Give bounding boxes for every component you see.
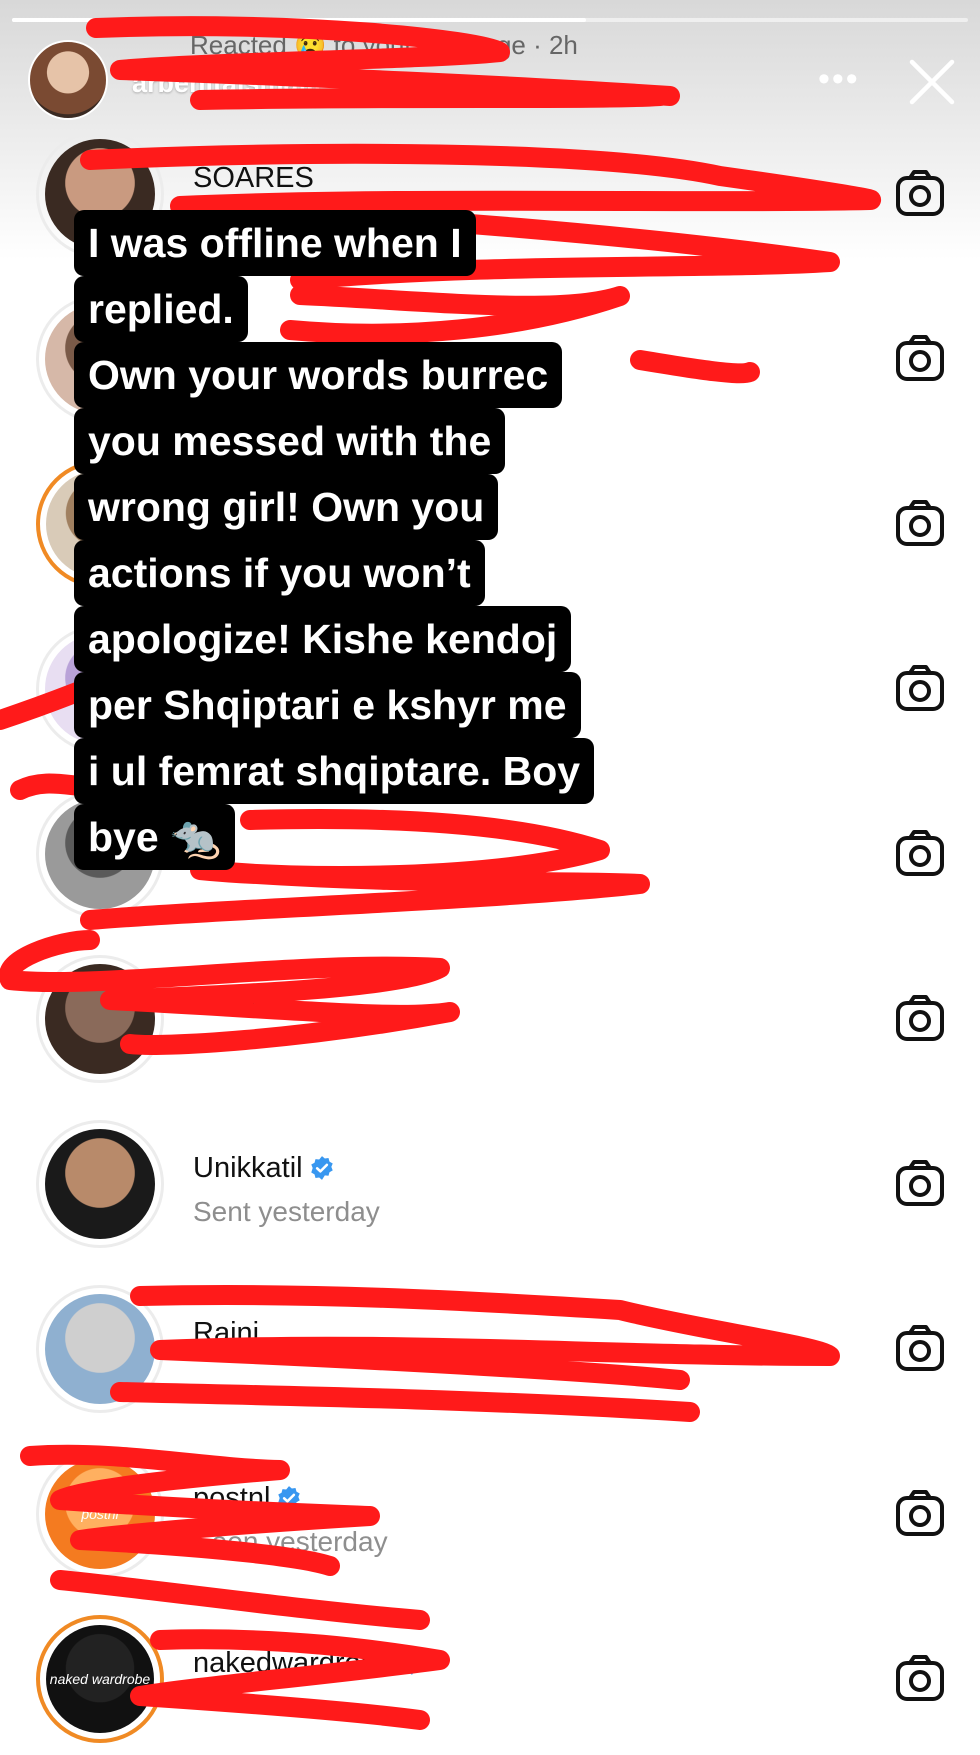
avatar-image: postnl (45, 1459, 155, 1569)
conversation-name: Unikkatil (193, 1152, 335, 1185)
caption-line: you messed with the (74, 408, 506, 474)
avatar[interactable]: naked wardrobe (36, 1615, 164, 1743)
caption-line: per Shqiptari e kshyr me (74, 672, 581, 738)
conversation-name-text: Unikkatil (193, 1152, 303, 1184)
conversation-name: postnl (193, 1482, 302, 1515)
camera-icon[interactable] (894, 333, 946, 385)
conversation-row[interactable]: naked wardrobe nakedwardrobe (0, 1605, 980, 1755)
camera-icon[interactable] (894, 1323, 946, 1375)
caption-line-wrap: i ul femrat shqiptare. Boy (74, 738, 714, 804)
avatar-image: naked wardrobe (46, 1625, 154, 1733)
conversation-status: Seen yesterday (193, 1526, 388, 1557)
story-progress-fill (12, 18, 586, 22)
conversation-row[interactable]: BRO (0, 945, 980, 1095)
caption-line: I was offline when I (74, 210, 476, 276)
caption-line-wrap: I was offline when I (74, 210, 714, 276)
caption-line-wrap: bye 🐀 (74, 804, 714, 870)
camera-icon[interactable] (894, 1488, 946, 1540)
caption-line-wrap: actions if you won’t (74, 540, 714, 606)
verified-badge-icon (346, 72, 368, 94)
camera-icon[interactable] (894, 993, 946, 1045)
caption-line: actions if you won’t (74, 540, 485, 606)
avatar-image (45, 1294, 155, 1404)
camera-icon[interactable] (894, 1653, 946, 1705)
story-avatar[interactable] (28, 40, 108, 120)
avatar-image (45, 964, 155, 1074)
conversation-name-text: Raini (193, 1317, 260, 1349)
conversation-name: nakedwardrobe (193, 1647, 425, 1680)
caption-line-wrap: replied. (74, 276, 714, 342)
caption-line: apologize! Kishe kendoj (74, 606, 572, 672)
conversation-name-text: SOARES (193, 162, 314, 194)
avatar[interactable] (36, 955, 164, 1083)
verified-badge-icon (276, 1485, 302, 1511)
conversation-row[interactable]: Raini (0, 1275, 980, 1425)
camera-icon[interactable] (894, 168, 946, 220)
story-progress-bar (12, 18, 968, 22)
avatar-label: postnl (81, 1506, 119, 1522)
avatar[interactable]: postnl (36, 1450, 164, 1578)
caption-line-wrap: apologize! Kishe kendoj (74, 606, 714, 672)
avatar-label: naked wardrobe (49, 1671, 151, 1687)
conversation-name: BRO (193, 987, 256, 1020)
camera-icon[interactable] (894, 1158, 946, 1210)
avatar[interactable] (36, 1120, 164, 1248)
caption-line-wrap: per Shqiptari e kshyr me (74, 672, 714, 738)
conversation-row[interactable]: Unikkatil Sent yesterday (0, 1110, 980, 1260)
story-username[interactable]: arbenitalsmajli (132, 68, 321, 99)
verified-badge-icon (399, 1650, 425, 1676)
avatar-image (45, 1129, 155, 1239)
camera-icon[interactable] (894, 828, 946, 880)
verified-badge-icon (309, 1155, 335, 1181)
story-time: 17m (388, 68, 439, 98)
conversation-name: Raini (193, 1317, 259, 1350)
camera-icon[interactable] (894, 498, 946, 550)
header-fragment: Reacted 😢 to your message · 2h (190, 30, 578, 60)
caption-line: i ul femrat shqiptare. Boy (74, 738, 595, 804)
caption-line-wrap: Own your words burrec (74, 342, 714, 408)
story-caption: I was offline when Ireplied. Own your wor… (74, 210, 714, 870)
camera-icon[interactable] (894, 663, 946, 715)
caption-line: wrong girl! Own you (74, 474, 499, 540)
close-icon[interactable] (908, 58, 956, 106)
conversation-name-text: nakedwardrobe (193, 1647, 393, 1679)
conversation-name-text: postnl (193, 1482, 271, 1514)
avatar[interactable] (36, 1285, 164, 1413)
caption-line-wrap: wrong girl! Own you (74, 474, 714, 540)
conversation-name: SOARES (193, 162, 314, 195)
caption-line: bye 🐀 (74, 804, 236, 870)
conversation-row[interactable]: postnl postnl Seen yesterday (0, 1440, 980, 1590)
caption-line: replied. (74, 276, 248, 342)
caption-line: Own your words burrec (74, 342, 563, 408)
caption-line-wrap: you messed with the (74, 408, 714, 474)
conversation-status: Sent yesterday (193, 1196, 380, 1227)
more-options-button[interactable]: ••• (818, 60, 860, 99)
conversation-name-text: BRO (193, 987, 256, 1019)
